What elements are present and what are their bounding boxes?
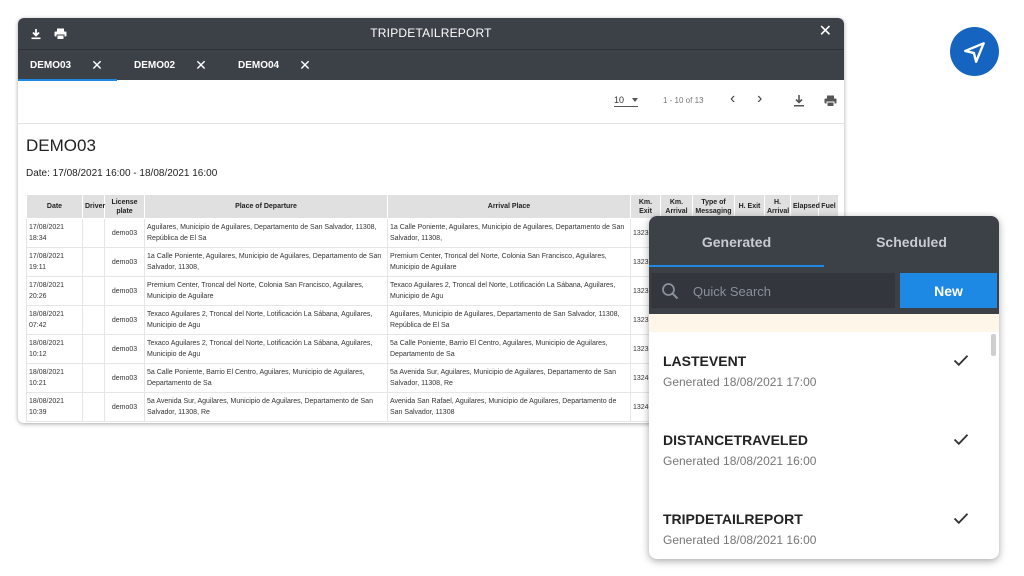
column-header[interactable]: H. Arrival	[764, 194, 791, 219]
cell-date: 17/08/2021 19:11	[26, 247, 83, 277]
report-list: LASTEVENT Generated 18/08/2021 17:00 DIS…	[649, 332, 999, 559]
cell-driver	[82, 218, 105, 248]
column-header[interactable]: Elapsed	[790, 194, 820, 219]
cell-driver	[82, 334, 105, 364]
report-name: DISTANCETRAVELED	[663, 432, 808, 448]
tab-close-icon[interactable]: ✕	[91, 57, 103, 74]
cell-plate: demo03	[104, 334, 145, 364]
navigation-arrow-icon	[963, 41, 985, 63]
report-name: TRIPDETAILREPORT	[663, 511, 803, 527]
report-generated: Generated 18/08/2021 16:00	[663, 533, 817, 547]
cell-plate: demo03	[104, 305, 145, 335]
tab-demo04[interactable]: DEMO04 ✕	[238, 50, 311, 81]
cell-arrival: 5a Avenida Sur, Aguilares, Municipio de …	[387, 363, 631, 393]
chevron-left-icon[interactable]: ‹	[730, 91, 735, 107]
column-header[interactable]: Km. Exit	[630, 194, 661, 219]
cell-arrival: 5a Calle Poniente, Barrio El Centro, Agu…	[387, 334, 631, 364]
search-box	[651, 273, 895, 308]
cell-arrival: Aguilares, Municipio de Aguilares, Depar…	[387, 305, 631, 335]
close-icon[interactable]: ✕	[819, 24, 832, 40]
print-icon[interactable]	[824, 94, 838, 108]
cell-departure: Premium Center, Troncal del Norte, Colon…	[144, 276, 388, 306]
cell-driver	[82, 247, 105, 277]
cell-arrival: Texaco Aguilares 2, Troncal del Norte, L…	[387, 276, 631, 306]
table-header-row: Date Driver License plate Place of Depar…	[26, 194, 839, 219]
page-size-select[interactable]: 10	[614, 95, 638, 107]
report-generated: Generated 18/08/2021 16:00	[663, 454, 817, 468]
report-titlebar: TRIPDETAILREPORT ✕	[18, 18, 844, 49]
cell-driver	[82, 392, 105, 422]
list-item[interactable]: DISTANCETRAVELED Generated 18/08/2021 16…	[649, 411, 989, 490]
cell-departure: 5a Calle Poniente, Barrio El Centro, Agu…	[144, 363, 388, 393]
cell-departure: 1a Calle Poniente, Aguilares, Municipio …	[144, 247, 388, 277]
cell-plate: demo03	[104, 276, 145, 306]
cell-driver	[82, 276, 105, 306]
list-item[interactable]: LASTEVENT Generated 18/08/2021 17:00	[649, 332, 989, 411]
column-header[interactable]: Driver	[82, 194, 105, 219]
new-button[interactable]: New	[900, 273, 997, 308]
tab-label: DEMO04	[238, 60, 280, 71]
panel-search-bar: New	[649, 267, 999, 314]
tab-label: DEMO02	[134, 60, 176, 71]
cell-departure: Texaco Aguilares 2, Troncal del Norte, L…	[144, 334, 388, 364]
page-info: 1 - 10 of 13	[663, 96, 704, 105]
cell-departure: 5a Avenida Sur, Aguilares, Municipio de …	[144, 392, 388, 422]
cell-arrival: 1a Calle Poniente, Aguilares, Municipio …	[387, 218, 631, 248]
download-icon[interactable]	[793, 94, 807, 108]
column-header[interactable]: H. Exit	[734, 194, 765, 219]
tab-demo03[interactable]: DEMO03 ✕	[18, 50, 117, 81]
column-header[interactable]: Type of Messaging	[692, 194, 735, 219]
report-generated: Generated 18/08/2021 17:00	[663, 375, 817, 389]
date-range: Date: 17/08/2021 16:00 - 18/08/2021 16:0…	[26, 168, 218, 179]
cell-date: 18/08/2021 10:39	[26, 392, 83, 422]
tab-scheduled[interactable]: Scheduled	[824, 216, 999, 267]
cell-plate: demo03	[104, 363, 145, 393]
cell-date: 17/08/2021 18:34	[26, 218, 83, 248]
cell-driver	[82, 305, 105, 335]
column-header[interactable]: Km. Arrival	[660, 194, 693, 219]
tab-close-icon[interactable]: ✕	[195, 57, 207, 74]
cell-arrival: Premium Center, Troncal del Norte, Colon…	[387, 247, 631, 277]
tab-label: DEMO03	[30, 60, 72, 71]
chevron-right-icon[interactable]: ›	[757, 91, 762, 107]
column-header[interactable]: Date	[26, 194, 83, 219]
report-name: LASTEVENT	[663, 353, 747, 369]
tab-close-icon[interactable]: ✕	[299, 57, 311, 74]
checkmark-icon	[953, 354, 969, 372]
navigation-badge[interactable]	[950, 27, 999, 76]
cell-departure: Aguilares, Municipio de Aguilares, Depar…	[144, 218, 388, 248]
cell-date: 18/08/2021 10:21	[26, 363, 83, 393]
column-header[interactable]: Place of Departure	[144, 194, 388, 219]
column-header[interactable]: Fuel	[818, 194, 839, 219]
cell-plate: demo03	[104, 218, 145, 248]
cell-plate: demo03	[104, 392, 145, 422]
cell-driver	[82, 363, 105, 393]
search-icon	[661, 282, 679, 305]
cell-date: 18/08/2021 10:12	[26, 334, 83, 364]
cell-arrival: Avenida San Rafael, Aguilares, Municipio…	[387, 392, 631, 422]
report-toolbar: 10 1 - 10 of 13 ‹ ›	[18, 80, 844, 124]
reports-panel: Generated Scheduled New LASTEVENT Genera…	[649, 216, 999, 559]
search-input[interactable]	[693, 281, 883, 301]
tab-generated[interactable]: Generated	[649, 216, 824, 267]
report-heading: DEMO03	[26, 136, 96, 155]
screen: TRIPDETAILREPORT ✕ DEMO03 ✕ DEMO02 ✕ DEM…	[0, 0, 1024, 576]
cell-date: 17/08/2021 20:26	[26, 276, 83, 306]
cell-date: 18/08/2021 07:42	[26, 305, 83, 335]
list-item[interactable]: TRIPDETAILREPORT Generated 18/08/2021 16…	[649, 490, 989, 559]
cell-plate: demo03	[104, 247, 145, 277]
checkmark-icon	[953, 433, 969, 451]
caret-down-icon	[632, 98, 638, 102]
cell-departure: Texaco Aguilares 2, Troncal del Norte, L…	[144, 305, 388, 335]
panel-notice-strip	[649, 314, 999, 332]
checkmark-icon	[953, 512, 969, 530]
tab-demo02[interactable]: DEMO02 ✕	[134, 50, 207, 81]
column-header[interactable]: Arrival Place	[387, 194, 631, 219]
report-title: TRIPDETAILREPORT	[370, 26, 492, 40]
report-tabs: DEMO03 ✕ DEMO02 ✕ DEMO04 ✕	[18, 49, 844, 81]
panel-tabs: Generated Scheduled	[649, 216, 999, 267]
page-size-value: 10	[614, 95, 625, 105]
scrollbar-thumb[interactable]	[991, 334, 996, 356]
column-header[interactable]: License plate	[104, 194, 145, 219]
